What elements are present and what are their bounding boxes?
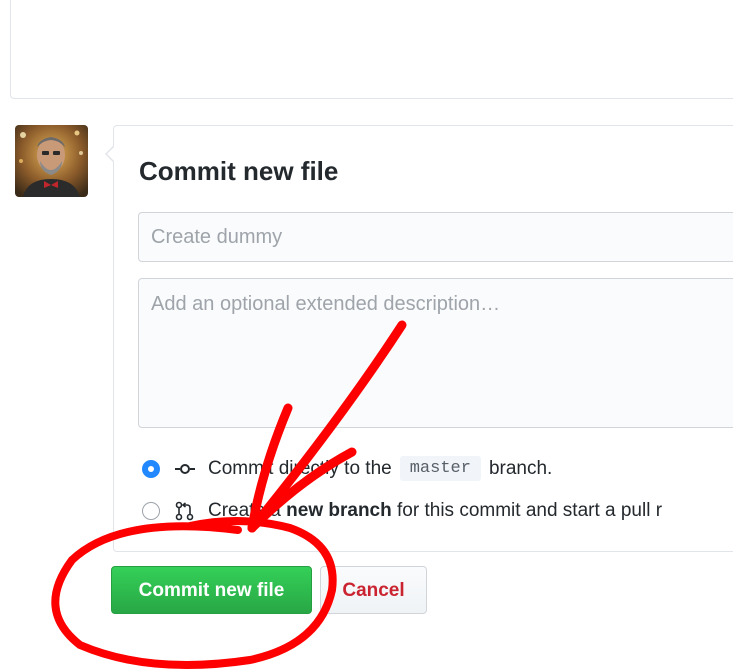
option-direct-suffix: branch. [488,457,553,479]
commit-summary-input[interactable] [138,212,733,262]
commit-form-title: Commit new file [139,156,339,186]
option-direct-prefix: Commit directly to the [208,457,392,479]
option-new-branch[interactable]: Create a new branch for this commit and … [142,500,662,522]
user-avatar [15,125,88,197]
git-commit-icon [174,459,196,479]
commit-description-input[interactable] [138,278,733,428]
radio-new-branch[interactable] [142,502,160,520]
commit-new-file-button[interactable]: Commit new file [111,566,312,614]
option-new-branch-bold: new branch [286,500,392,521]
option-commit-directly[interactable]: Commit directly to the master branch. [142,456,552,481]
branch-name-code: master [399,456,481,481]
git-pull-request-icon [174,501,196,521]
previous-editor-box [10,0,733,99]
option-new-branch-suffix: for this commit and start a pull r [397,500,663,521]
cancel-button[interactable]: Cancel [320,566,427,614]
commit-form-panel: Commit new file Commit directly to the m… [105,125,733,552]
panel-pointer-fill [107,146,115,162]
radio-commit-directly[interactable] [142,459,160,478]
option-new-branch-prefix: Create a [208,500,281,521]
